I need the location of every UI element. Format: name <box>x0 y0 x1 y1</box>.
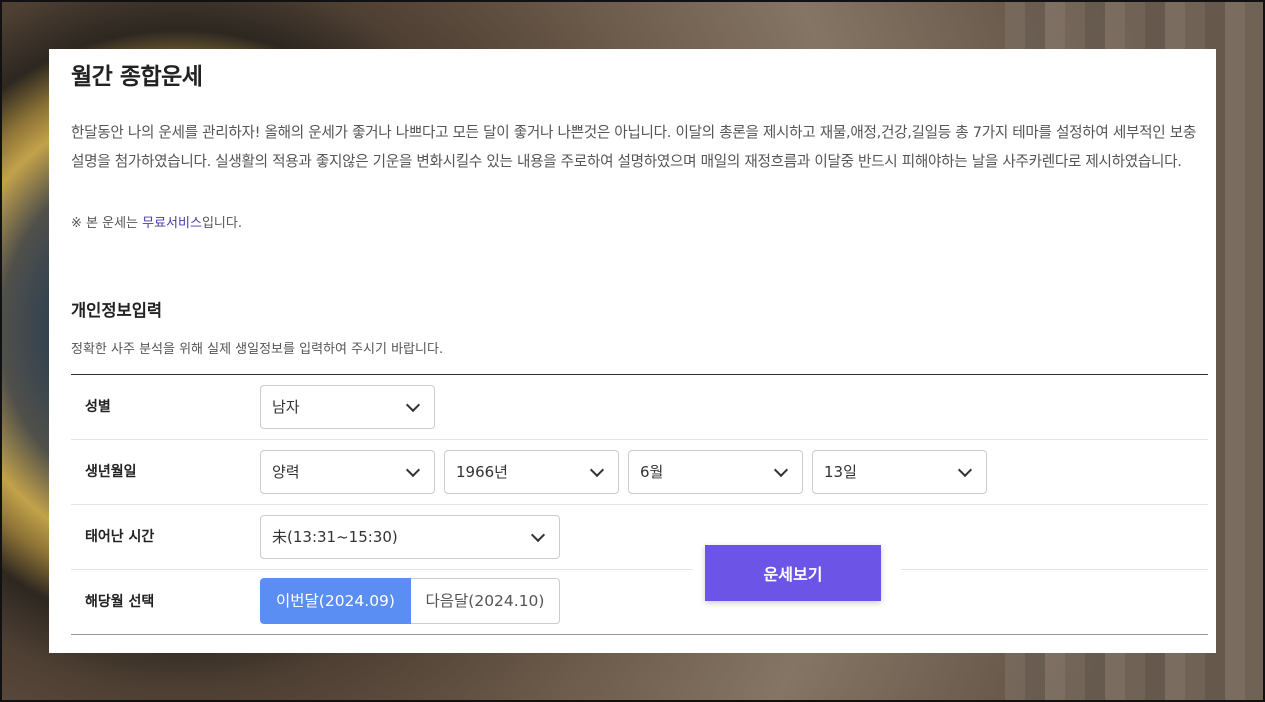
chevron-down-icon <box>589 462 605 478</box>
gender-row: 성별 남자 <box>71 375 1208 440</box>
chevron-down-icon <box>530 527 546 543</box>
birth-year-select[interactable]: 1966년 <box>444 450 619 494</box>
calendar-type-value: 양력 <box>272 463 300 481</box>
birth-time-row: 태어난 시간 未(13:31~15:30) <box>71 505 1208 570</box>
birth-time-value: 未(13:31~15:30) <box>272 528 398 546</box>
birth-year-value: 1966년 <box>456 463 508 481</box>
personal-info-subtitle: 정확한 사주 분석을 위해 실제 생일정보를 입력하여 주시기 바랍니다. <box>71 342 444 357</box>
current-month-button[interactable]: 이번달(2024.09) <box>260 578 411 624</box>
calendar-type-select[interactable]: 양력 <box>260 450 435 494</box>
personal-info-form: 성별 남자 생년월일 양력 1966년 6월 13일 태어난 시간 未(13:3… <box>71 374 1208 635</box>
chevron-down-icon <box>405 397 421 413</box>
birth-time-select[interactable]: 未(13:31~15:30) <box>260 515 560 559</box>
birth-month-select[interactable]: 6월 <box>628 450 803 494</box>
fortune-card: 월간 종합운세 한달동안 나의 운세를 관리하자! 올해의 운세가 좋거나 나쁘… <box>49 49 1216 653</box>
service-description: 한달동안 나의 운세를 관리하자! 올해의 운세가 좋거나 나쁘다고 모든 달이… <box>71 124 1196 170</box>
chevron-down-icon <box>773 462 789 478</box>
free-service-highlight: 무료서비스 <box>142 216 202 231</box>
gender-value: 남자 <box>272 398 300 416</box>
chevron-down-icon <box>957 462 973 478</box>
note-prefix: ※ 본 운세는 <box>71 216 143 231</box>
view-fortune-button[interactable]: 운세보기 <box>705 545 881 601</box>
chevron-down-icon <box>405 462 421 478</box>
gender-select[interactable]: 남자 <box>260 385 435 429</box>
birth-month-value: 6월 <box>640 463 664 481</box>
next-month-button[interactable]: 다음달(2024.10) <box>411 578 560 624</box>
free-service-note: ※ 본 운세는 무료서비스입니다. <box>71 212 242 231</box>
note-suffix: 입니다. <box>201 216 242 231</box>
target-month-row: 해당월 선택 이번달(2024.09) 다음달(2024.10) <box>71 570 1208 634</box>
target-month-label: 해당월 선택 <box>85 594 155 610</box>
birthdate-row: 생년월일 양력 1966년 6월 13일 <box>71 440 1208 505</box>
birth-time-label: 태어난 시간 <box>85 529 155 545</box>
personal-info-title: 개인정보입력 <box>71 301 163 320</box>
birth-day-value: 13일 <box>824 463 857 481</box>
gender-label: 성별 <box>85 399 111 415</box>
page-title: 월간 종합운세 <box>71 64 203 90</box>
birth-day-select[interactable]: 13일 <box>812 450 987 494</box>
birthdate-label: 생년월일 <box>85 464 137 480</box>
